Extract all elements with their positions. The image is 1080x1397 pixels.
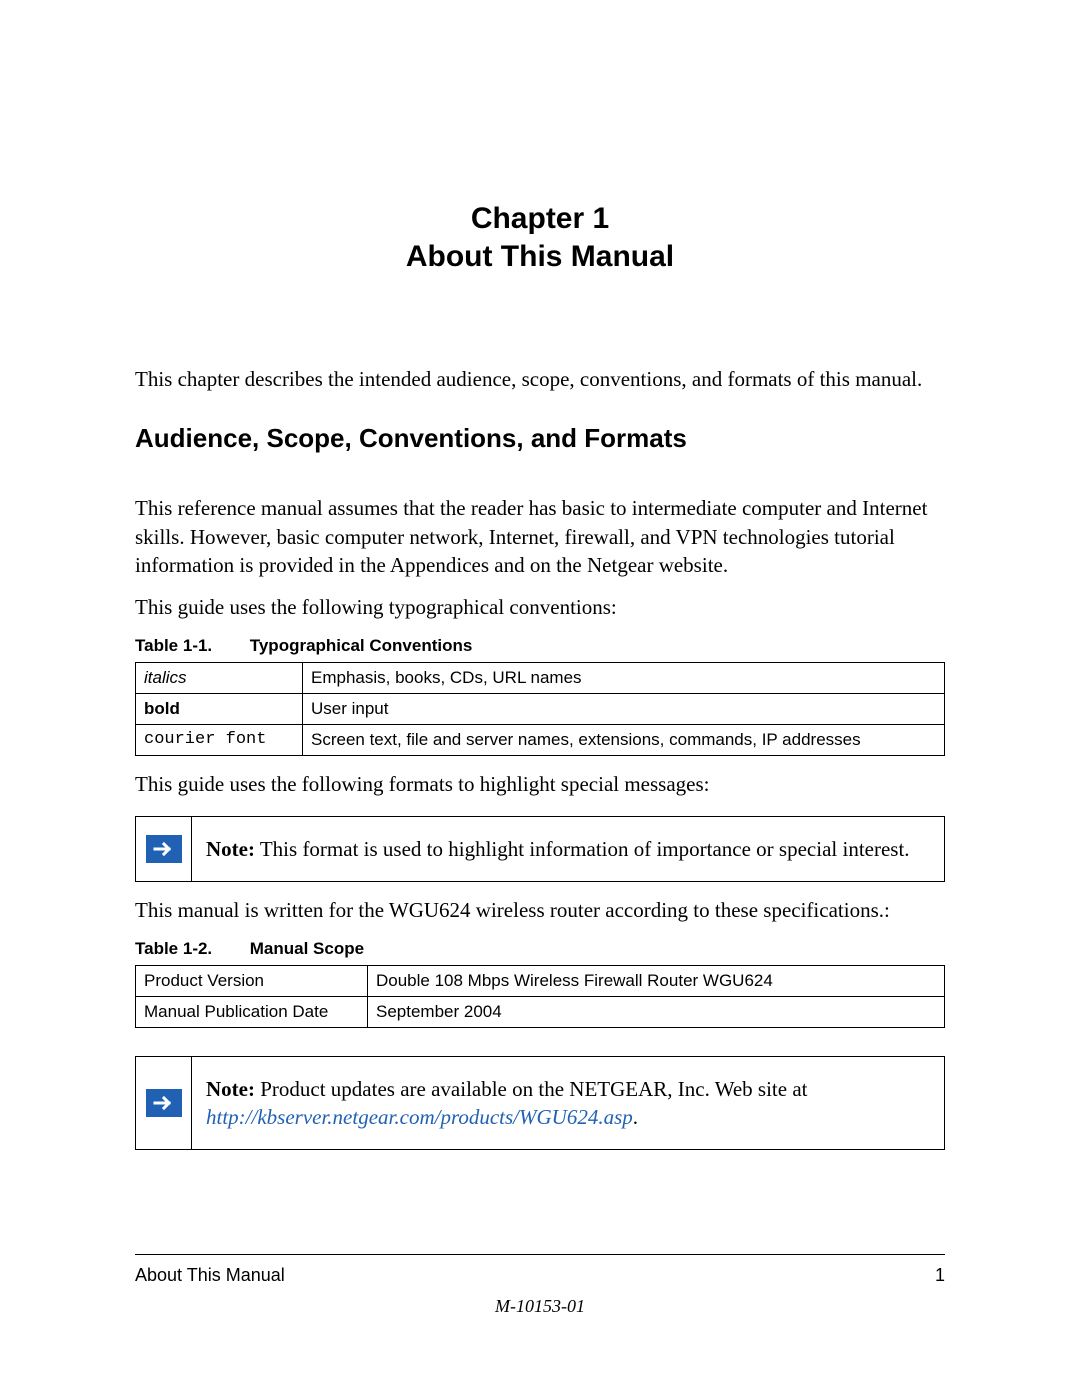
convention-label: bold (136, 693, 303, 724)
note-text: Note: This format is used to highlight i… (191, 816, 945, 882)
section-heading: Audience, Scope, Conventions, and Format… (135, 423, 945, 454)
convention-desc: Screen text, file and server names, exte… (303, 724, 945, 755)
note-block: Note: This format is used to highlight i… (135, 816, 945, 882)
note-suffix: . (633, 1105, 638, 1129)
table-row: Manual Publication Date September 2004 (136, 996, 945, 1027)
typographical-conventions-table: italics Emphasis, books, CDs, URL names … (135, 662, 945, 756)
table-row: bold User input (136, 693, 945, 724)
table-title: Manual Scope (250, 939, 364, 958)
table-title: Typographical Conventions (250, 636, 473, 655)
chapter-number: Chapter 1 (471, 202, 609, 235)
note-body: This format is used to highlight informa… (255, 837, 910, 861)
document-id: M-10153-01 (135, 1296, 945, 1317)
arrow-right-icon (146, 1089, 182, 1117)
scope-value: September 2004 (368, 996, 945, 1027)
table-row: italics Emphasis, books, CDs, URL names (136, 662, 945, 693)
table-row: courier font Screen text, file and serve… (136, 724, 945, 755)
table-row: Product Version Double 108 Mbps Wireless… (136, 965, 945, 996)
note-label: Note: (206, 1077, 255, 1101)
table-number: Table 1-1. (135, 636, 245, 656)
note-icon-cell (135, 1056, 191, 1151)
table-caption: Table 1-2. Manual Scope (135, 939, 945, 959)
note-label: Note: (206, 837, 255, 861)
note-icon-cell (135, 816, 191, 882)
footer-section-name: About This Manual (135, 1265, 285, 1286)
note-block: Note: Product updates are available on t… (135, 1056, 945, 1151)
convention-desc: User input (303, 693, 945, 724)
convention-label: courier font (136, 724, 303, 755)
page-number: 1 (935, 1265, 945, 1286)
scope-label: Product Version (136, 965, 368, 996)
note-link[interactable]: http://kbserver.netgear.com/products/WGU… (206, 1105, 633, 1129)
document-page: Chapter 1 About This Manual This chapter… (0, 0, 1080, 1397)
manual-scope-table: Product Version Double 108 Mbps Wireless… (135, 965, 945, 1028)
chapter-title: Chapter 1 About This Manual (135, 200, 945, 275)
body-paragraph: This reference manual assumes that the r… (135, 494, 945, 579)
intro-paragraph: This chapter describes the intended audi… (135, 365, 945, 393)
note-text: Note: Product updates are available on t… (191, 1056, 945, 1151)
body-paragraph: This manual is written for the WGU624 wi… (135, 896, 945, 924)
page-footer: About This Manual 1 M-10153-01 (135, 1254, 945, 1317)
scope-label: Manual Publication Date (136, 996, 368, 1027)
table-number: Table 1-2. (135, 939, 245, 959)
arrow-right-icon (146, 835, 182, 863)
footer-line: About This Manual 1 (135, 1254, 945, 1286)
table-caption: Table 1-1. Typographical Conventions (135, 636, 945, 656)
convention-desc: Emphasis, books, CDs, URL names (303, 662, 945, 693)
body-paragraph: This guide uses the following formats to… (135, 770, 945, 798)
body-paragraph: This guide uses the following typographi… (135, 593, 945, 621)
note-body: Product updates are available on the NET… (255, 1077, 808, 1101)
chapter-name: About This Manual (406, 240, 674, 273)
scope-value: Double 108 Mbps Wireless Firewall Router… (368, 965, 945, 996)
convention-label: italics (136, 662, 303, 693)
